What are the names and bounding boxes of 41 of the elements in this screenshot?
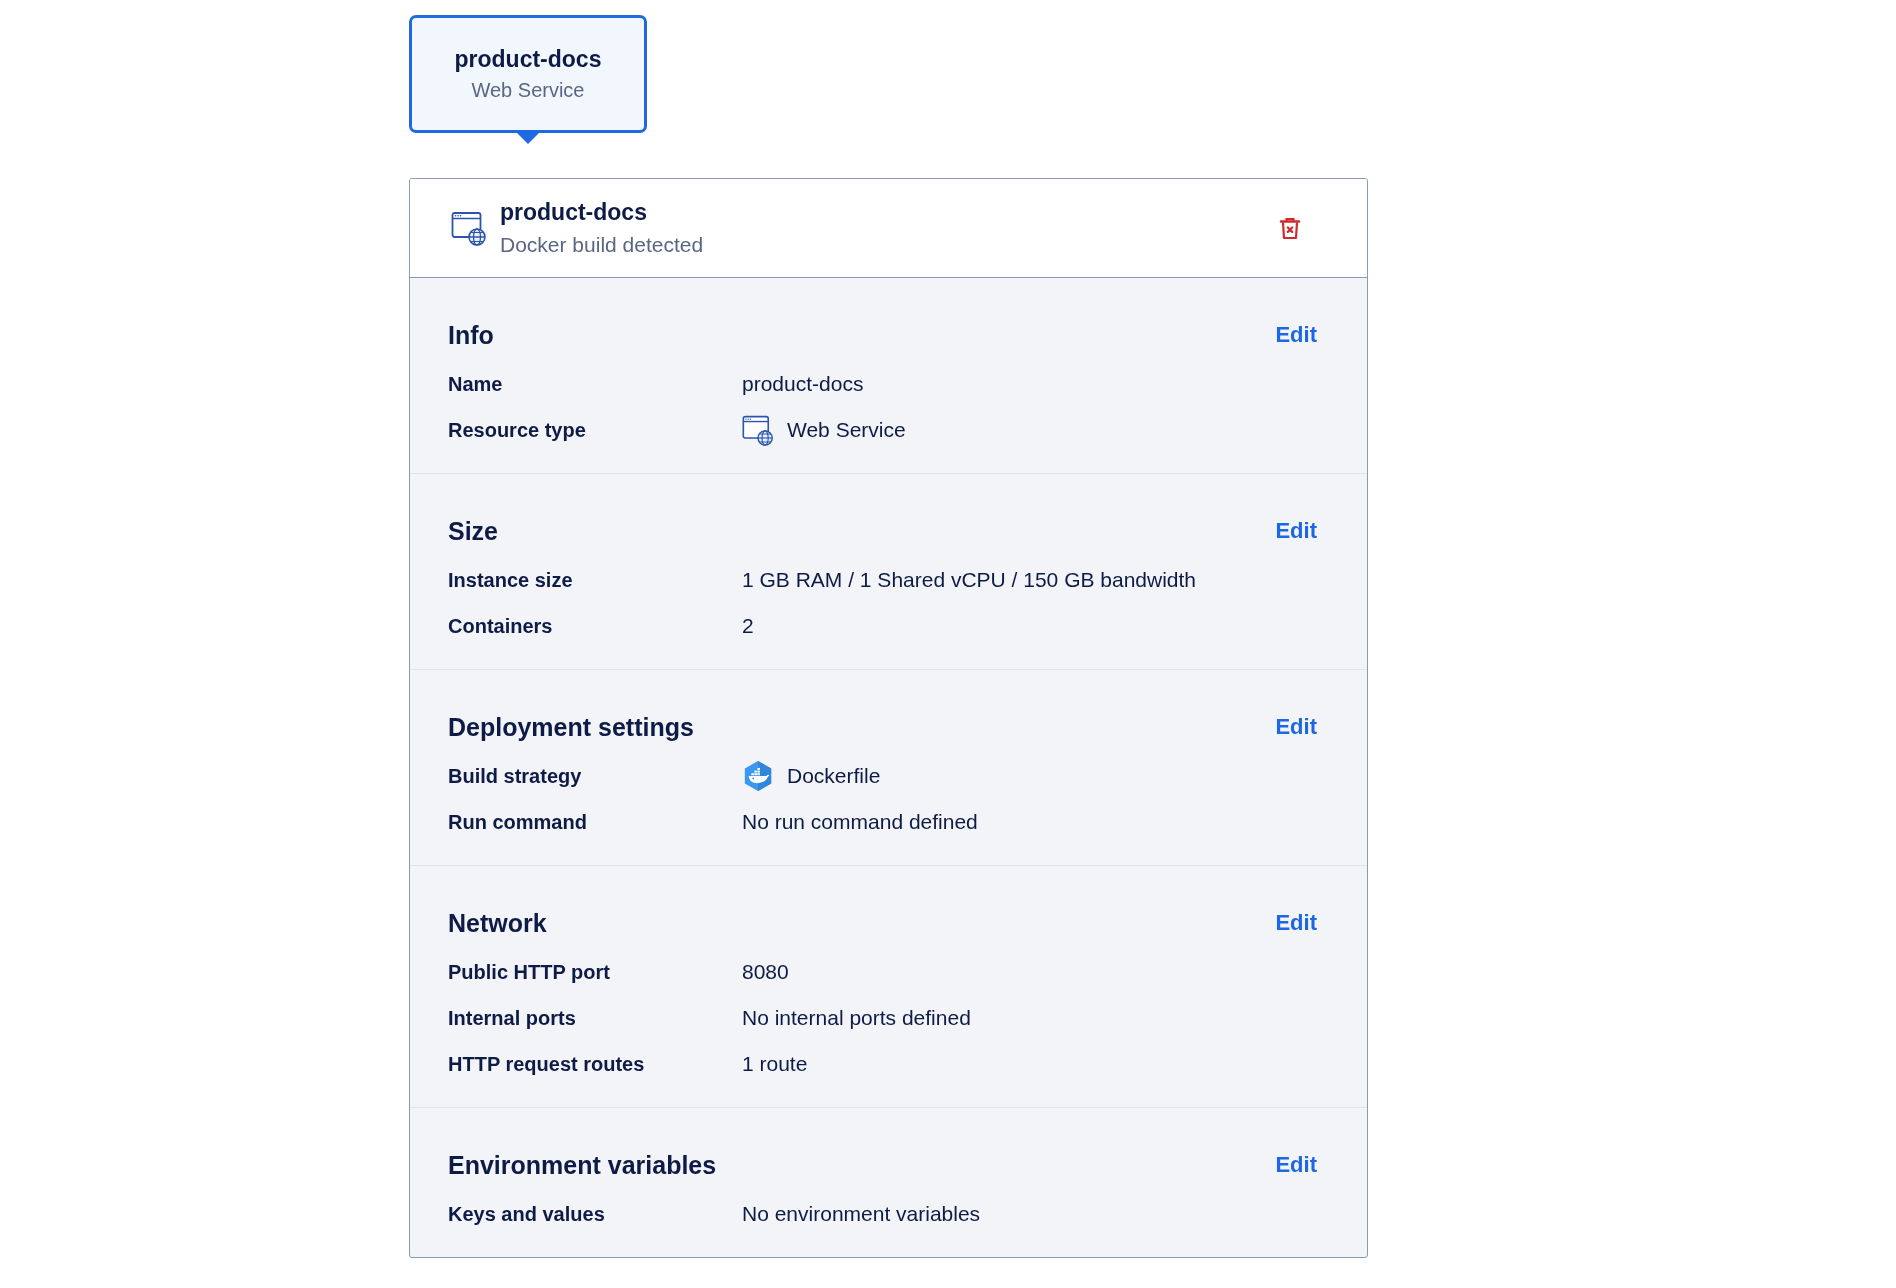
field-label: Instance size [448, 568, 573, 592]
component-subtitle: Docker build detected [500, 233, 704, 257]
field-value: 1 route [742, 1052, 808, 1076]
field-value: product-docs [742, 372, 864, 396]
field-value: Dockerfile [787, 764, 881, 788]
edit-link[interactable]: Edit [1275, 518, 1317, 544]
section-title: Info [448, 320, 494, 350]
field-value: Web Service [787, 418, 906, 442]
field-value: No internal ports defined [742, 1006, 971, 1030]
service-node-card[interactable]: product-docs Web Service [409, 15, 647, 133]
field-label: HTTP request routes [448, 1052, 645, 1076]
section-title: Network [448, 908, 547, 938]
field-value: No environment variables [742, 1202, 981, 1226]
field-value: 2 [742, 614, 754, 638]
edit-link[interactable]: Edit [1275, 1152, 1317, 1178]
trash-icon [1278, 216, 1302, 240]
field-label: Public HTTP port [448, 960, 610, 984]
field-label: Keys and values [448, 1202, 605, 1226]
field-value: 8080 [742, 960, 789, 984]
browser-globe-icon [742, 414, 774, 446]
edit-link[interactable]: Edit [1275, 910, 1317, 936]
node-subtitle: Web Service [471, 79, 585, 102]
browser-globe-icon [451, 210, 487, 246]
node-title: product-docs [454, 46, 602, 73]
field-label: Internal ports [448, 1006, 576, 1030]
component-title: product-docs [500, 199, 647, 226]
field-label: Build strategy [448, 764, 582, 788]
field-label: Name [448, 372, 503, 396]
edit-link[interactable]: Edit [1275, 322, 1317, 348]
field-label: Containers [448, 614, 553, 638]
field-label: Resource type [448, 418, 586, 442]
field-label: Run command [448, 810, 587, 834]
section-title: Size [448, 516, 499, 546]
field-value: No run command defined [742, 810, 978, 834]
pointer-icon [516, 132, 540, 144]
field-value: 1 GB RAM / 1 Shared vCPU / 150 GB bandwidth [742, 568, 1197, 592]
whale-hexagon-icon [742, 760, 774, 792]
section-title: Deployment settings [448, 712, 694, 742]
delete-button[interactable] [1278, 216, 1302, 240]
edit-link[interactable]: Edit [1275, 714, 1317, 740]
section-title: Environment variables [448, 1150, 717, 1180]
